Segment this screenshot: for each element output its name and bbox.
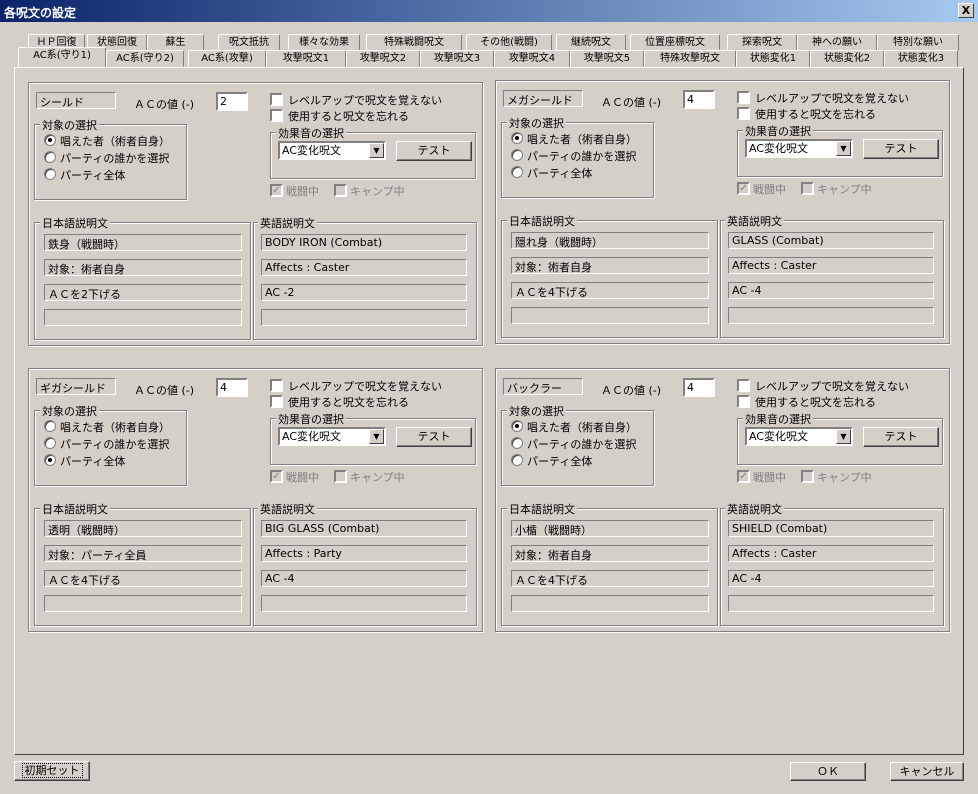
tab-row1-5[interactable]: 特殊戦闘呪文 [366,34,462,51]
tab-row2-5[interactable]: 攻撃呪文3 [420,50,494,67]
tab-row2-11[interactable]: 状態変化3 [884,50,958,67]
tab-row1-4[interactable]: 様々な効果 [288,34,360,51]
tab-row2-0[interactable]: AC系(守り1) [18,47,106,67]
tab-row1-9[interactable]: 探索呪文 [727,34,797,51]
tab-row2-9[interactable]: 状態変化1 [736,50,810,67]
tab-row1-6[interactable]: その他(戦闘) [466,34,552,51]
tab-row2-4[interactable]: 攻撃呪文2 [346,50,420,67]
tab-row1-3[interactable]: 呪文抵抗 [218,34,280,51]
tab-row2-2[interactable]: AC系(攻撃) [188,50,266,67]
tab-row2-1[interactable]: AC系(守り2) [106,50,184,67]
close-button[interactable]: X [958,3,974,18]
tab-panel [14,67,964,755]
tab-row1-2[interactable]: 蘇生 [147,34,204,51]
window-title: 各呪文の設定 [4,6,77,20]
tab-row1-7[interactable]: 継続呪文 [556,34,626,51]
tab-row1-10[interactable]: 神への願い [797,34,877,51]
tab-row1-11[interactable]: 特別な願い [877,34,959,51]
initial-set-button[interactable]: 初期セット [14,761,90,781]
initial-set-label: 初期セット [21,763,83,778]
tab-row2-10[interactable]: 状態変化2 [810,50,884,67]
tab-row2-3[interactable]: 攻撃呪文1 [266,50,346,67]
ok-button[interactable]: ＯＫ [790,762,866,781]
tab-row2-8[interactable]: 特殊攻撃呪文 [644,50,736,67]
cancel-button[interactable]: キャンセル [890,762,964,781]
title-bar: 各呪文の設定 X [0,0,978,22]
tab-row2-7[interactable]: 攻撃呪文5 [570,50,644,67]
tab-row2-6[interactable]: 攻撃呪文4 [494,50,570,67]
tab-row1-8[interactable]: 位置座標呪文 [630,34,720,51]
